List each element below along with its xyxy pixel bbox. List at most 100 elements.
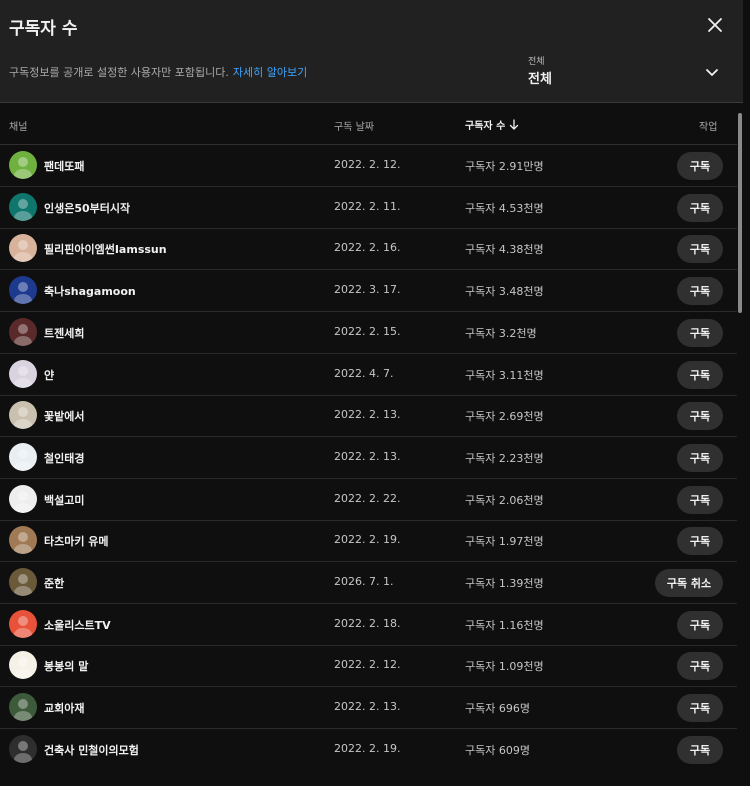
channel-name[interactable]: 교회아재 <box>44 700 84 716</box>
table-row: 축나shagamoon 2022. 3. 17. 구독자 3.48천명 구독 <box>0 270 737 313</box>
subscribe-date: 2022. 3. 17. <box>334 283 401 297</box>
header-date: 구독 날짜 <box>334 122 374 133</box>
channel-name[interactable]: 트젠세희 <box>44 325 84 341</box>
subscribe-button[interactable]: 구독 <box>677 735 723 764</box>
subscribe-date: 2022. 2. 15. <box>334 324 401 338</box>
dialog-subtitle: 구독정보를 공개로 설정한 사용자만 포함됩니다. 자세히 알아보기 <box>9 64 307 80</box>
subscribe-button[interactable]: 구독 <box>677 402 723 431</box>
channel-avatar[interactable] <box>9 568 37 596</box>
channel-avatar[interactable] <box>9 317 37 346</box>
channel-name[interactable]: 얀 <box>44 367 54 383</box>
table-row: 팬데또패 2022. 2. 12. 구독자 2.91만명 구독 <box>0 145 737 187</box>
subscriber-count: 구독자 2.06천명 <box>465 493 544 507</box>
subscribe-button[interactable]: 구독 <box>677 652 723 681</box>
subscribe-button[interactable]: 구독 <box>677 318 723 347</box>
channel-avatar[interactable] <box>9 276 37 305</box>
dialog-title: 구독자 수 <box>9 19 78 39</box>
subscribe-button[interactable]: 구독 <box>677 360 723 389</box>
subscriber-count: 구독자 1.39천명 <box>465 577 544 590</box>
channel-avatar[interactable] <box>9 693 37 722</box>
table-row: 트젠세희 2022. 2. 15. 구독자 3.2천명 구독 <box>0 312 737 354</box>
table-row: 소울리스트TV 2022. 2. 18. 구독자 1.16천명 구독 <box>0 604 737 646</box>
subtitle-text: 구독정보를 공개로 설정한 사용자만 포함됩니다. <box>9 66 229 79</box>
channel-name[interactable]: 필리핀아이엠썬Iamssun <box>44 241 167 257</box>
channel-avatar[interactable] <box>9 609 37 638</box>
subscribe-button[interactable]: 구독 <box>677 485 723 514</box>
scrollbar[interactable] <box>737 103 743 768</box>
chevron-down-icon <box>706 69 718 76</box>
subscribe-date: 2022. 2. 12. <box>334 658 401 672</box>
subscriber-filter-dropdown[interactable]: 전체 전체 <box>528 54 728 90</box>
arrow-down-icon <box>510 119 519 130</box>
table-row: 꽃밭에서 2022. 2. 13. 구독자 2.69천명 구독 <box>0 395 737 438</box>
subscribe-date: 2022. 4. 7. <box>334 366 394 380</box>
channel-avatar[interactable] <box>9 359 37 388</box>
channel-avatar[interactable] <box>9 651 37 680</box>
subscribe-button[interactable]: 구독 <box>677 610 723 639</box>
channel-avatar[interactable] <box>9 484 37 513</box>
dialog-header: 구독자 수 구독정보를 공개로 설정한 사용자만 포함됩니다. 자세히 알아보기 … <box>0 0 743 103</box>
channel-name[interactable]: 소울리스트TV <box>44 617 111 633</box>
subscribe-button[interactable]: 구독 <box>677 235 723 264</box>
header-action: 작업 <box>699 122 718 133</box>
subscribe-date: 2026. 7. 1. <box>334 575 394 588</box>
subscribe-date: 2022. 2. 19. <box>334 533 401 547</box>
channel-name[interactable]: 준한 <box>44 575 64 591</box>
subscribe-button[interactable]: 구독 <box>677 443 723 472</box>
subscriber-count: 구독자 2.91만명 <box>465 160 544 173</box>
header-channel: 채널 <box>9 122 28 133</box>
table-row: 인생은50부터시작 2022. 2. 11. 구독자 4.53천명 구독 <box>0 187 737 229</box>
channel-avatar[interactable] <box>9 526 37 555</box>
channel-avatar[interactable] <box>9 734 37 763</box>
table-row: 준한 2026. 7. 1. 구독자 1.39천명 구독 취소 <box>0 562 737 604</box>
subscribe-date: 2022. 2. 11. <box>334 199 401 213</box>
channel-name[interactable]: 꽃밭에서 <box>44 408 84 424</box>
channel-name[interactable]: 인생은50부터시작 <box>44 200 130 216</box>
channel-name[interactable]: 봉봉의 말 <box>44 658 88 674</box>
channel-name[interactable]: 타츠마키 유메 <box>44 533 109 549</box>
header-subscribers-sort[interactable]: 구독자 수 <box>465 117 519 132</box>
subscriber-count: 구독자 2.23천명 <box>465 451 544 465</box>
subscriber-count: 구독자 3.2천명 <box>465 326 537 340</box>
subscribe-date: 2022. 2. 13. <box>334 449 401 463</box>
subscriber-count: 구독자 1.16천명 <box>465 618 544 632</box>
channel-avatar[interactable] <box>9 192 37 221</box>
subscribe-date: 2022. 2. 22. <box>334 491 401 505</box>
subscribe-date: 2022. 2. 19. <box>334 741 401 755</box>
scrollbar-thumb[interactable] <box>738 113 742 313</box>
subscribe-button[interactable]: 구독 <box>677 527 723 556</box>
subscribe-button[interactable]: 구독 <box>677 152 723 180</box>
subscribe-button[interactable]: 구독 <box>677 193 723 222</box>
page-background <box>0 768 750 786</box>
subscribe-date: 2022. 2. 16. <box>334 241 401 255</box>
subscribe-date: 2022. 2. 18. <box>334 616 401 630</box>
close-button[interactable] <box>700 10 730 40</box>
table-row: 봉봉의 말 2022. 2. 12. 구독자 1.09천명 구독 <box>0 645 737 688</box>
channel-avatar[interactable] <box>9 234 37 263</box>
channel-name[interactable]: 건축사 민철이의모험 <box>44 742 139 758</box>
subscribers-table: 채널 구독 날짜 구독자 수 작업 팬데또패 2022. 2. 12. 구독자 2.… <box>0 103 743 768</box>
learn-more-link[interactable]: 자세히 알아보기 <box>233 66 307 79</box>
table-row: 백설고미 2022. 2. 22. 구독자 2.06천명 구독 <box>0 479 737 521</box>
channel-name[interactable]: 팬데또패 <box>44 158 84 174</box>
subscriber-count: 구독자 3.48천명 <box>465 285 544 299</box>
unsubscribe-button[interactable]: 구독 취소 <box>655 569 723 597</box>
table-header: 채널 구독 날짜 구독자 수 작업 <box>0 103 737 145</box>
table-row: 필리핀아이엠썬Iamssun 2022. 2. 16. 구독자 4.38천명 구독 <box>0 228 737 271</box>
subscribe-button[interactable]: 구독 <box>677 277 723 306</box>
channel-name[interactable]: 백설고미 <box>44 492 84 508</box>
channel-avatar[interactable] <box>9 401 37 430</box>
subscriber-count: 구독자 2.69천명 <box>465 410 544 424</box>
channel-avatar[interactable] <box>9 442 37 471</box>
table-row: 얀 2022. 4. 7. 구독자 3.11천명 구독 <box>0 354 737 396</box>
subscriber-count: 구독자 4.38천명 <box>465 243 544 257</box>
channel-name[interactable]: 축나shagamoon <box>44 283 136 299</box>
channel-name[interactable]: 철인태경 <box>44 450 84 466</box>
subscriber-count: 구독자 1.09천명 <box>465 660 544 674</box>
table-row: 철인태경 2022. 2. 13. 구독자 2.23천명 구독 <box>0 437 737 479</box>
subscriber-count: 구독자 4.53천명 <box>465 201 544 215</box>
subscribe-button[interactable]: 구독 <box>677 694 723 723</box>
table-row: 타츠마키 유메 2022. 2. 19. 구독자 1.97천명 구독 <box>0 520 737 563</box>
channel-avatar[interactable] <box>9 151 37 179</box>
subscribe-date: 2022. 2. 12. <box>334 158 401 171</box>
